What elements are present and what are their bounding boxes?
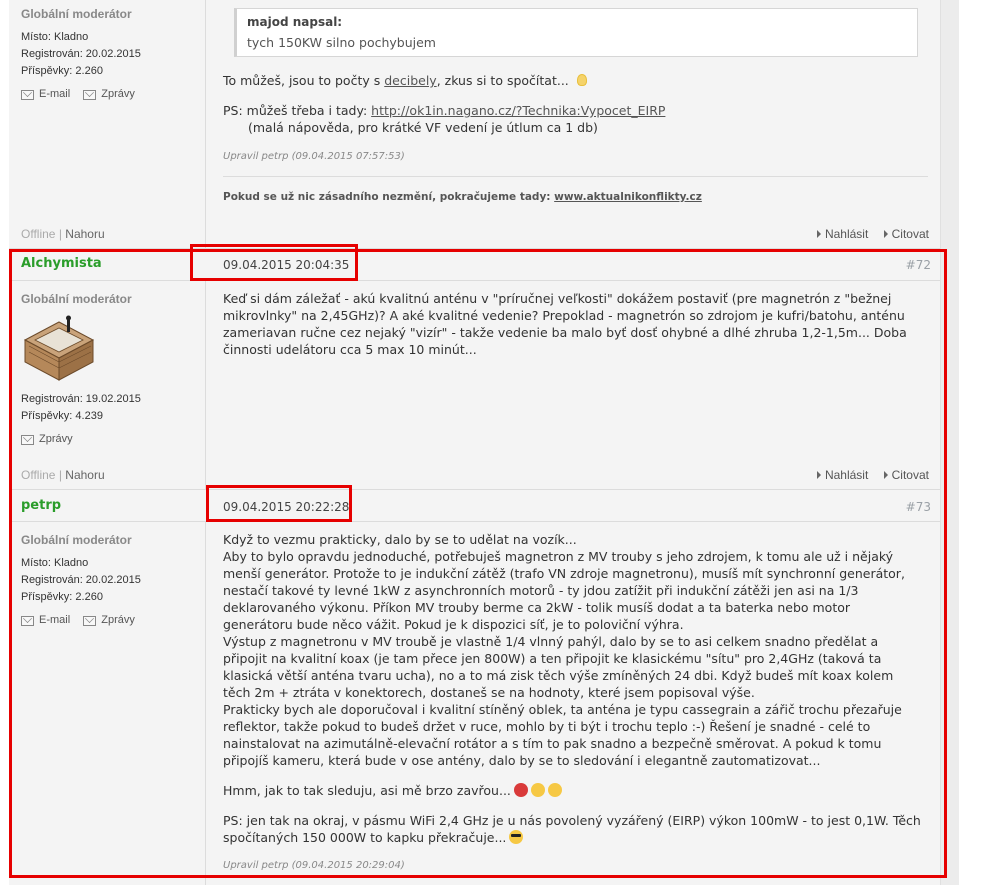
- user-registered: Registrován: 20.02.2015: [21, 48, 141, 60]
- triangle-icon: [883, 230, 888, 238]
- report-button[interactable]: Nahlásit: [816, 227, 868, 241]
- envelope-icon: [21, 89, 34, 100]
- user-location: Místo: Kladno: [21, 31, 89, 43]
- quote-text: tych 150KW silno pochybujem: [247, 35, 436, 50]
- signature: Pokud se už nic zásadního nezmění, pokra…: [223, 191, 702, 203]
- quote-button[interactable]: Citovat: [883, 227, 929, 241]
- quote-block: majod napsal: tych 150KW silno pochybuje…: [234, 8, 918, 57]
- signature-divider: [223, 176, 928, 177]
- post-divider: [205, 0, 206, 248]
- highlight-box: [206, 485, 352, 522]
- top-link[interactable]: Nahoru: [65, 227, 104, 241]
- email-link[interactable]: E-mail: [21, 86, 70, 103]
- triangle-icon: [816, 230, 821, 238]
- user-status: Offline | Nahoru: [21, 227, 105, 241]
- user-post-count: Příspěvky: 2.260: [21, 65, 103, 77]
- post-body: To můžeš, jsou to počty s decibely, zkus…: [223, 72, 923, 136]
- help-note: (malá nápověda, pro krátké VF vedení je …: [248, 120, 598, 135]
- highlight-box: [9, 249, 947, 878]
- edited-note: Upravil petrp (09.04.2015 07:57:53): [223, 151, 405, 162]
- messages-link[interactable]: Zprávy: [83, 86, 135, 103]
- post-actions: Nahlásit Citovat: [805, 227, 929, 241]
- user-rank: Globální moderátor: [21, 7, 132, 21]
- signature-link[interactable]: www.aktualnikonflikty.cz: [554, 191, 702, 203]
- author-panel: Globální moderátor Místo: Kladno Registr…: [21, 6, 145, 106]
- lightbulb-icon: [576, 74, 587, 86]
- highlight-box: [190, 244, 358, 281]
- quote-author: majod napsal:: [247, 15, 343, 29]
- eirp-calculator-link[interactable]: http://ok1in.nagano.cz/?Technika:Vypocet…: [371, 103, 665, 118]
- offline-status: Offline: [21, 227, 56, 241]
- envelope-icon: [83, 89, 97, 100]
- decibely-link[interactable]: decibely: [384, 73, 436, 88]
